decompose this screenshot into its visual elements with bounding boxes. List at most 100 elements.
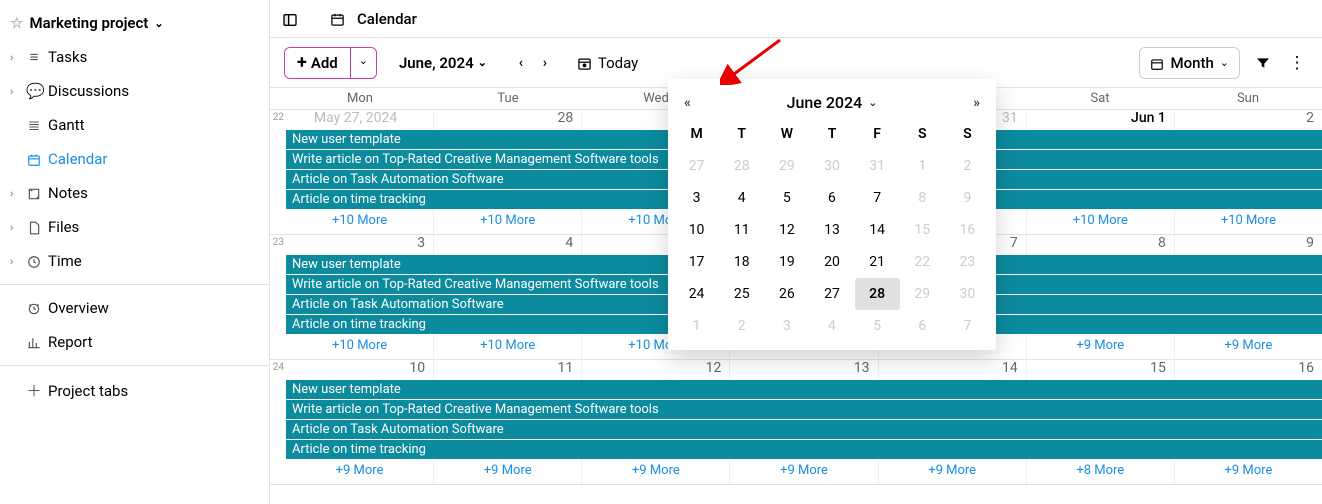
more-link[interactable]: +9 More — [1174, 460, 1322, 484]
dp-day[interactable]: 4 — [719, 182, 764, 214]
dp-day[interactable]: 29 — [900, 278, 945, 310]
sidebar-item-overview[interactable]: Overview — [0, 291, 269, 325]
dp-day[interactable]: 29 — [764, 150, 809, 182]
day-cell[interactable]: 10 — [286, 360, 433, 380]
day-cell[interactable]: 28 — [433, 110, 581, 130]
prev-year-icon[interactable]: « — [684, 95, 691, 111]
sidebar-item-discussions[interactable]: › 💬 Discussions — [0, 74, 269, 108]
dp-day[interactable]: 27 — [674, 150, 719, 182]
dp-day[interactable]: 12 — [764, 214, 809, 246]
dp-day[interactable]: 9 — [945, 182, 990, 214]
dp-day[interactable]: 8 — [900, 182, 945, 214]
day-cell[interactable]: 12 — [581, 360, 729, 380]
dp-day[interactable]: 21 — [855, 246, 900, 278]
today-button[interactable]: Today — [577, 54, 638, 72]
dp-day[interactable]: 17 — [674, 246, 719, 278]
more-link[interactable]: +9 More — [1174, 335, 1322, 359]
dp-day[interactable]: 27 — [809, 278, 854, 310]
sidebar-item-files[interactable]: › Files — [0, 210, 269, 244]
add-button[interactable]: + Add — [285, 48, 350, 78]
dp-day[interactable]: 5 — [855, 310, 900, 342]
day-cell[interactable]: 4 — [433, 235, 581, 255]
more-link[interactable]: +10 More — [286, 335, 433, 359]
dp-day[interactable]: 24 — [674, 278, 719, 310]
day-cell[interactable]: 14 — [878, 360, 1026, 380]
dp-day[interactable]: 23 — [945, 246, 990, 278]
dp-day[interactable]: 22 — [900, 246, 945, 278]
view-selector[interactable]: Month ⌄ — [1139, 47, 1240, 79]
dp-day[interactable]: 20 — [809, 246, 854, 278]
kebab-menu-icon[interactable]: ⋮ — [1286, 53, 1308, 73]
dp-day[interactable]: 14 — [855, 214, 900, 246]
dp-day[interactable]: 30 — [809, 150, 854, 182]
dp-day[interactable]: 1 — [900, 150, 945, 182]
dp-day[interactable]: 4 — [809, 310, 854, 342]
next-arrow[interactable]: › — [533, 55, 557, 71]
day-cell[interactable]: Jun 1 — [1026, 110, 1174, 130]
sidebar-item-gantt[interactable]: ≣ Gantt — [0, 108, 269, 142]
calendar-event[interactable]: Article on Task Automation Software — [286, 420, 1322, 440]
dp-day[interactable]: 10 — [674, 214, 719, 246]
dp-day[interactable]: 31 — [855, 150, 900, 182]
more-link[interactable]: +9 More — [286, 460, 433, 484]
star-icon[interactable]: ☆ — [10, 14, 23, 32]
dp-day[interactable]: 2 — [719, 310, 764, 342]
dp-day[interactable]: 1 — [674, 310, 719, 342]
more-link[interactable]: +10 More — [1174, 210, 1322, 234]
month-selector[interactable]: June, 2024 ⌄ — [399, 54, 487, 72]
day-cell[interactable]: 16 — [1174, 360, 1322, 380]
prev-arrow[interactable]: ‹ — [509, 55, 533, 71]
dp-day[interactable]: 3 — [764, 310, 809, 342]
day-cell[interactable]: 3 — [286, 235, 433, 255]
dp-day[interactable]: 2 — [945, 150, 990, 182]
more-link[interactable]: +10 More — [433, 335, 581, 359]
sidebar-item-project-tabs[interactable]: ＋ Project tabs — [0, 372, 269, 409]
dp-day[interactable]: 6 — [900, 310, 945, 342]
dp-day[interactable]: 28 — [855, 278, 900, 310]
more-link[interactable]: +10 More — [1026, 210, 1174, 234]
more-link[interactable]: +9 More — [729, 460, 877, 484]
day-cell[interactable]: 15 — [1026, 360, 1174, 380]
dp-day[interactable]: 19 — [764, 246, 809, 278]
more-link[interactable]: +8 More — [1026, 460, 1174, 484]
more-link[interactable]: +10 More — [286, 210, 433, 234]
day-cell[interactable]: 13 — [729, 360, 877, 380]
dp-day[interactable]: 11 — [719, 214, 764, 246]
dp-day[interactable]: 25 — [719, 278, 764, 310]
more-link[interactable]: +10 More — [433, 210, 581, 234]
dp-day[interactable]: 7 — [945, 310, 990, 342]
day-cell[interactable]: 8 — [1026, 235, 1174, 255]
dp-day[interactable]: 6 — [809, 182, 854, 214]
day-cell[interactable]: 2 — [1174, 110, 1322, 130]
calendar-event[interactable]: Article on time tracking — [286, 440, 1322, 460]
dp-day[interactable]: 16 — [945, 214, 990, 246]
more-link[interactable]: +9 More — [1026, 335, 1174, 359]
dp-day[interactable]: 15 — [900, 214, 945, 246]
day-cell[interactable]: 11 — [433, 360, 581, 380]
project-title[interactable]: ☆ Marketing project ⌄ — [0, 8, 269, 40]
sidebar-item-calendar[interactable]: Calendar — [0, 142, 269, 176]
sidebar-item-time[interactable]: › Time — [0, 244, 269, 278]
dp-day[interactable]: 7 — [855, 182, 900, 214]
filter-icon[interactable] — [1252, 53, 1274, 73]
add-caret[interactable]: ⌄ — [350, 48, 376, 78]
dp-day[interactable]: 13 — [809, 214, 854, 246]
chevron-down-icon[interactable]: ⌄ — [868, 96, 877, 109]
more-link[interactable]: +9 More — [581, 460, 729, 484]
dp-day[interactable]: 18 — [719, 246, 764, 278]
more-link[interactable]: +9 More — [433, 460, 581, 484]
sidebar-item-tasks[interactable]: › ≡ Tasks — [0, 40, 269, 74]
next-year-icon[interactable]: » — [973, 95, 980, 111]
dp-day[interactable]: 3 — [674, 182, 719, 214]
dp-day[interactable]: 5 — [764, 182, 809, 214]
dp-day[interactable]: 30 — [945, 278, 990, 310]
chevron-down-icon[interactable]: ⌄ — [154, 17, 163, 30]
calendar-event[interactable]: New user template — [286, 380, 1322, 400]
calendar-event[interactable]: Write article on Top-Rated Creative Mana… — [286, 400, 1322, 420]
day-cell[interactable]: May 27, 2024 — [286, 110, 433, 130]
sidebar-item-notes[interactable]: › Notes — [0, 176, 269, 210]
day-cell[interactable]: 9 — [1174, 235, 1322, 255]
panel-icon[interactable] — [282, 9, 298, 27]
sidebar-item-report[interactable]: Report — [0, 325, 269, 359]
more-link[interactable]: +9 More — [878, 460, 1026, 484]
